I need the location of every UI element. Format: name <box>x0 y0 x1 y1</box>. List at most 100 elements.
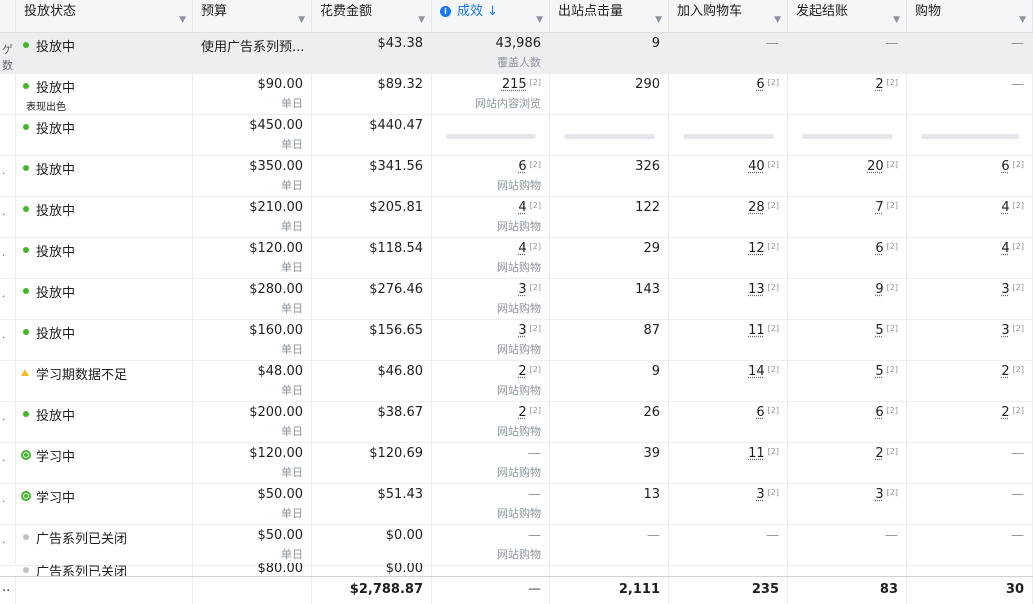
add-to-cart-link[interactable]: 6 <box>756 77 764 92</box>
chevron-down-icon[interactable]: ▼ <box>418 8 425 32</box>
budget-cell[interactable]: $120.00 单日 <box>193 238 312 279</box>
checkout-link[interactable]: 6 <box>875 241 883 256</box>
table-row[interactable]: 投放中 $450.00 单日 $440.47 <box>0 115 1033 156</box>
column-header-purchase[interactable]: 购物 ▼ <box>907 0 1033 32</box>
add-to-cart-link[interactable]: 6 <box>756 405 764 420</box>
partial-cell <box>550 563 669 576</box>
purchase-link[interactable]: 2 <box>1001 405 1009 420</box>
add-to-cart-link[interactable]: 3 <box>756 487 764 502</box>
purchase-link[interactable]: 3 <box>1001 323 1009 338</box>
checkout-link[interactable]: 5 <box>875 364 883 379</box>
results-link[interactable]: 4 <box>518 200 526 215</box>
chevron-down-icon[interactable]: ▼ <box>536 8 543 32</box>
purchase-link[interactable]: 3 <box>1001 282 1009 297</box>
checkout-link[interactable]: 9 <box>875 282 883 297</box>
table-row[interactable]: . 投放中 $280.00 单日 $276.46 3 [2] 网站购物 143 13 [2] 9 [2]… <box>0 279 1033 320</box>
results-cell: — 网站购物 <box>432 525 550 566</box>
chevron-down-icon[interactable]: ▼ <box>893 8 900 32</box>
column-header-results[interactable]: i 成效 ↓ ▼ <box>432 0 550 32</box>
table-row[interactable]: . 投放中 $210.00 单日 $205.81 4 [2] 网站购物 122 28 [2] 7 [2]… <box>0 197 1033 238</box>
chevron-down-icon[interactable]: ▼ <box>655 8 662 32</box>
purchase-link[interactable]: 6 <box>1001 159 1009 174</box>
results-link[interactable]: 2 <box>518 364 526 379</box>
column-header-checkout[interactable]: 发起结账 ▼ <box>788 0 907 32</box>
add-to-cart-link[interactable]: 12 <box>748 241 765 256</box>
budget-cell[interactable]: $280.00 单日 <box>193 279 312 320</box>
column-header-spend[interactable]: 花费金额 ▼ <box>312 0 432 32</box>
budget-cell[interactable]: $160.00 单日 <box>193 320 312 361</box>
column-header-cart[interactable]: 加入购物车 ▼ <box>669 0 788 32</box>
table-row[interactable]: 投放中 表现出色 $90.00 单日 $89.32 215 [2] 网站内容浏览 290 6 [2]… <box>0 74 1033 115</box>
chevron-down-icon[interactable]: ▼ <box>298 8 305 32</box>
row-leading-cell[interactable] <box>0 74 16 115</box>
column-header-outbound[interactable]: 出站点击量 ▼ <box>550 0 669 32</box>
chevron-down-icon[interactable]: ▼ <box>179 8 186 32</box>
budget-cell[interactable]: $200.00 单日 <box>193 402 312 443</box>
checkout-link[interactable]: 7 <box>875 200 883 215</box>
table-row[interactable]: . 投放中 $160.00 单日 $156.65 3 [2] 网站购物 87 11 [2] 5 [2] 3… <box>0 320 1033 361</box>
attribution-note: [2] <box>529 365 541 374</box>
add-to-cart-link[interactable]: 13 <box>748 282 765 297</box>
column-header-budget[interactable]: 预算 ▼ <box>193 0 312 32</box>
budget-cell[interactable]: $48.00 单日 <box>193 361 312 402</box>
row-leading-cell[interactable]: . <box>0 320 16 361</box>
row-leading-cell[interactable]: . <box>0 484 16 525</box>
add-to-cart-link[interactable]: 11 <box>748 446 765 461</box>
table-row[interactable]: 学习期数据不足 $48.00 单日 $46.80 2 [2] 网站购物 9 14 [2] 5 [2] 2… <box>0 361 1033 402</box>
budget-cell[interactable]: $120.00 单日 <box>193 443 312 484</box>
results-link[interactable]: 6 <box>518 159 526 174</box>
row-leading-cell[interactable]: . <box>0 443 16 484</box>
checkout-link[interactable]: 2 <box>875 446 883 461</box>
row-leading-cell[interactable]: . <box>0 197 16 238</box>
budget-cell[interactable]: $50.00 单日 <box>193 525 312 566</box>
checkout-link[interactable]: 6 <box>875 405 883 420</box>
purchase-link[interactable]: 4 <box>1001 200 1009 215</box>
add-to-cart-link[interactable]: 14 <box>748 364 765 379</box>
results-link[interactable]: 215 <box>502 77 527 92</box>
budget-cell[interactable]: $450.00 单日 <box>193 115 312 156</box>
row-leading-cell[interactable]: . <box>0 402 16 443</box>
purchase-link[interactable]: 4 <box>1001 241 1009 256</box>
add-to-cart-link[interactable]: 28 <box>748 200 765 215</box>
column-header-status[interactable]: 投放状态 ▼ <box>16 0 193 32</box>
spend-cell: $51.43 <box>312 484 432 525</box>
budget-cell[interactable]: 使用广告系列预... <box>193 33 312 74</box>
add-to-cart-link[interactable]: 11 <box>748 323 765 338</box>
checkout-link[interactable]: 2 <box>875 77 883 92</box>
row-leading-cell[interactable] <box>0 115 16 156</box>
status-text: 广告系列已关闭 <box>36 532 128 547</box>
row-leading-cell[interactable] <box>0 361 16 402</box>
table-row[interactable]: . 投放中 $350.00 单日 $341.56 6 [2] 网站购物 326 40 [2] 20 [2… <box>0 156 1033 197</box>
outbound-clicks-text: 290 <box>635 77 660 92</box>
results-link[interactable]: 2 <box>518 405 526 420</box>
results-cell: 3 [2] 网站购物 <box>432 320 550 361</box>
table-row[interactable]: . 投放中 $120.00 单日 $118.54 4 [2] 网站购物 29 12 [2] 6 [2] 4… <box>0 238 1033 279</box>
row-leading-cell[interactable]: ゲ数 <box>0 33 16 74</box>
checkout-link[interactable]: 3 <box>875 487 883 502</box>
table-row[interactable]: . 广告系列已关闭 $50.00 单日 $0.00 — 网站购物 — — — — <box>0 525 1033 566</box>
table-row[interactable]: . 投放中 $200.00 单日 $38.67 2 [2] 网站购物 26 6 [2] 6 [2] 2 [2… <box>0 402 1033 443</box>
purchase-link[interactable]: 2 <box>1001 364 1009 379</box>
results-link[interactable]: 4 <box>518 241 526 256</box>
chevron-down-icon[interactable]: ▼ <box>1019 8 1026 32</box>
budget-cell[interactable]: $350.00 单日 <box>193 156 312 197</box>
results-link[interactable]: 3 <box>518 323 526 338</box>
row-leading-cell[interactable]: . <box>0 238 16 279</box>
table-row[interactable]: . 学习中 $120.00 单日 $120.69— 网站购物 39 11 [2] 2 [2] — <box>0 443 1033 484</box>
table-row[interactable]: . 学习中 $50.00 单日 $51.43— 网站购物 13 3 [2] 3 [2] — <box>0 484 1033 525</box>
results-link[interactable]: 3 <box>518 282 526 297</box>
budget-cell[interactable]: $90.00 单日 <box>193 74 312 115</box>
row-leading-cell[interactable]: . <box>0 525 16 566</box>
add-to-cart-link[interactable]: 40 <box>748 159 765 174</box>
table-row[interactable]: ゲ数 投放中 使用广告系列预... $43.38 43,986 覆盖人数 9 — — — <box>0 33 1033 74</box>
checkout-link[interactable]: 5 <box>875 323 883 338</box>
status-dot-icon <box>23 247 29 253</box>
row-leading-cell[interactable]: . <box>0 279 16 320</box>
purchase-cell: — <box>907 443 1033 484</box>
row-leading-cell[interactable]: . <box>0 156 16 197</box>
chevron-down-icon[interactable]: ▼ <box>774 8 781 32</box>
table-row-partial[interactable]: 广告系列已关闭 $80.00 $0.00 <box>0 563 1033 576</box>
budget-cell[interactable]: $210.00 单日 <box>193 197 312 238</box>
checkout-link[interactable]: 20 <box>867 159 884 174</box>
budget-cell[interactable]: $50.00 单日 <box>193 484 312 525</box>
